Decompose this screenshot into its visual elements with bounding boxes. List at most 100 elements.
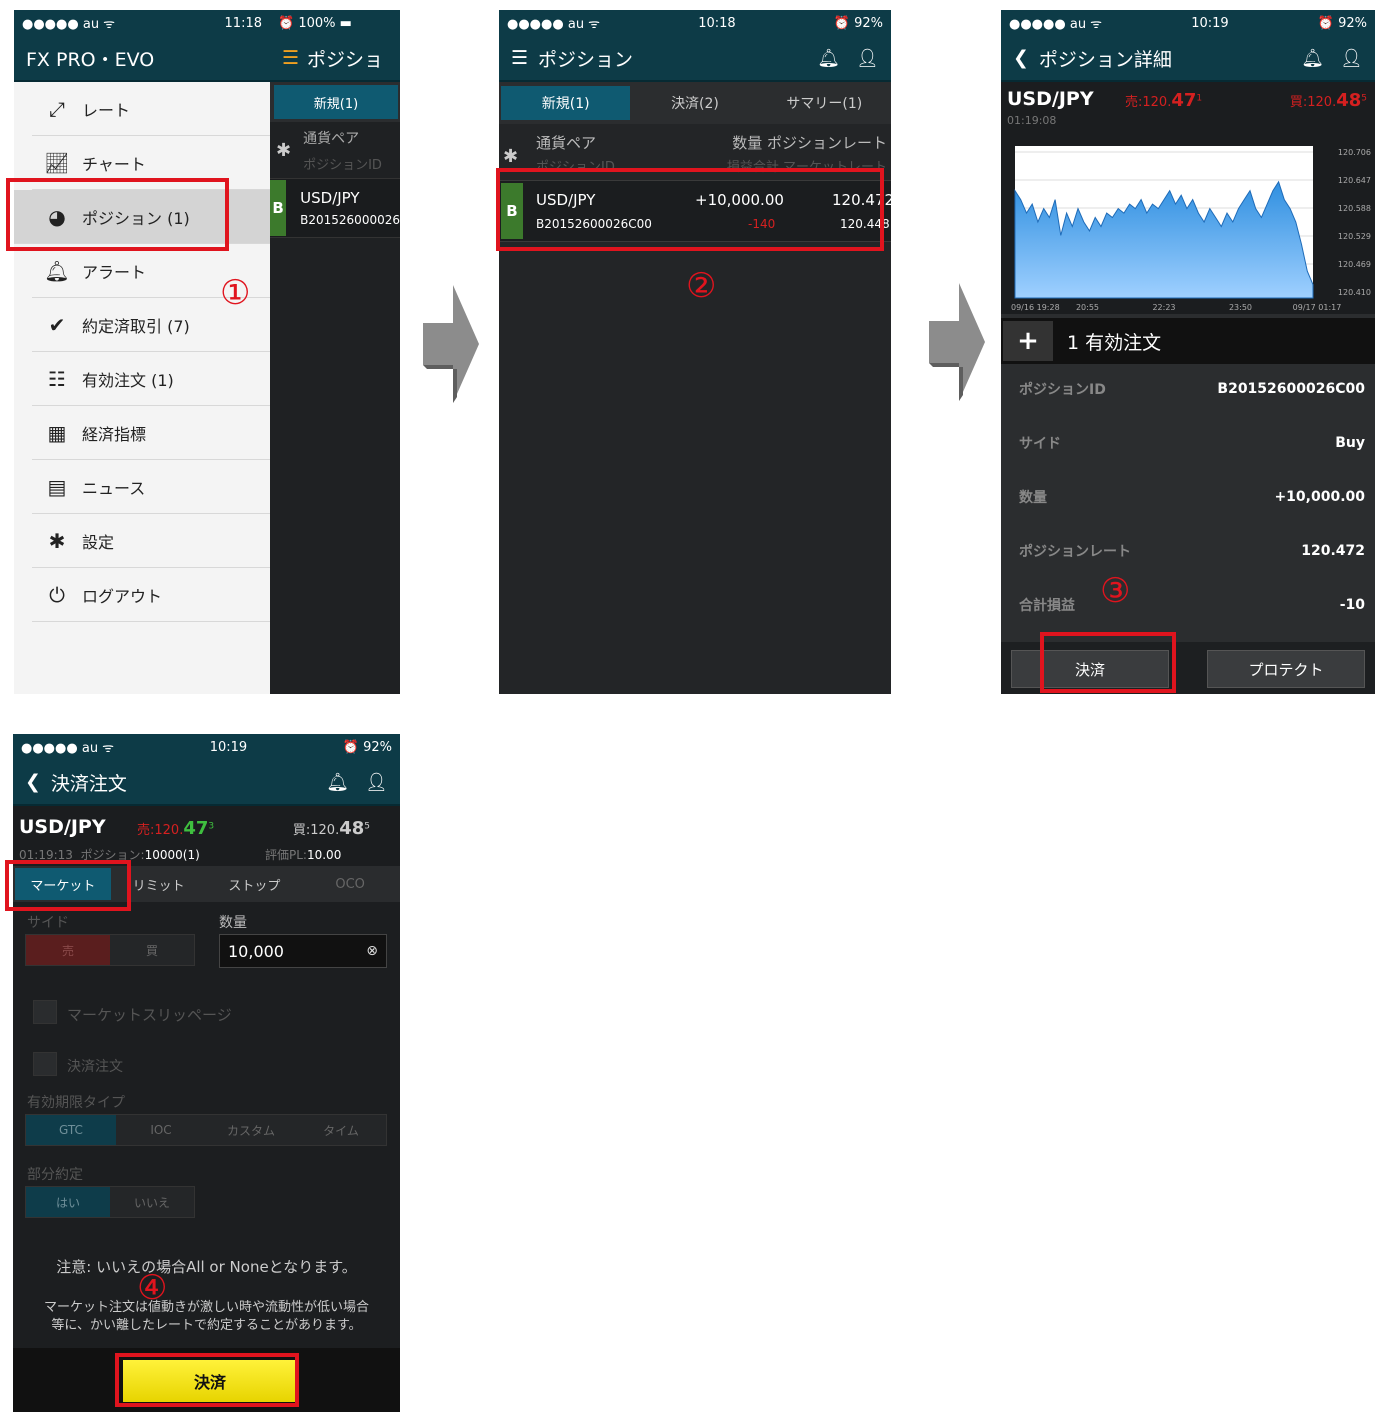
hamburger-icon[interactable]: ☰ [282,47,299,69]
clock: 10:19 [1191,15,1229,31]
qty-value: 10,000 [228,941,284,961]
detail-header: ❮ ポジション詳細 🔔︎ 👤︎ [1001,36,1375,82]
plus-icon[interactable]: + [1003,321,1053,361]
menu-item[interactable]: ⏻ ログアウト [32,568,270,622]
detail-row: 合計損益 -10 [1001,578,1375,632]
menu-item[interactable]: ✱ 設定 [32,514,270,568]
quote-bar: USD/JPY 01:19:08 売:120.471 買:120.485 [1001,82,1375,136]
menu-list: ⤢ レート 📈︎ チャート ◕ ポジション (1) 🔔︎ アラート ✔ 約定済取引 (7) ☷ 有効注… [14,82,270,622]
position-tabs: 新規(1) 決済(2) サマリー(1) [499,82,891,124]
partial-no[interactable]: いいえ [110,1187,194,1217]
menu-item[interactable]: ▦ 経済指標 [32,406,270,460]
buy-option[interactable]: 買 [110,935,194,965]
market-note-2: 等に、かい離したレートで約定することがあります。 [51,1318,362,1333]
bell-icon[interactable]: 🔔︎ [817,48,840,69]
clear-icon[interactable]: ⊗ [366,943,378,959]
y-tick-label: 120.588 [1338,204,1371,213]
y-tick-label: 120.647 [1338,176,1371,185]
bell-icon[interactable]: 🔔︎ [1301,48,1324,69]
back-icon[interactable]: ❮ [1013,47,1029,69]
arrow-right-icon [423,285,479,403]
calendar-icon: ▦ [47,420,67,445]
validity-ioc[interactable]: IOC [116,1115,206,1145]
detail-row: ポジションレート 120.472 [1001,524,1375,578]
tab-summary[interactable]: サマリー(1) [760,86,889,120]
settle-order-checkbox[interactable] [33,1052,57,1076]
list-icon: ☷ [48,366,66,391]
handshake-icon: ✔ [48,312,66,337]
peek-title: ポジショ [307,48,384,71]
tab-new[interactable]: 新規(1) [501,86,631,120]
detail-key: ポジションレート [1019,544,1131,560]
status-bar: ●●●●● au ᯤ 10:19 ⏰ 92% [1001,10,1375,36]
gear-icon[interactable]: ✱ [276,140,291,161]
currency-pair: USD/JPY [1007,88,1094,110]
clock: 10:19 [209,739,248,755]
battery: ⏰ 100% ▬ [278,15,352,31]
tab-settled[interactable]: 決済(2) [630,86,759,120]
partial-yes[interactable]: はい [26,1187,110,1217]
rate-icon: ⤢ [49,96,65,121]
highlight-settle-button [1040,632,1176,693]
battery: ⏰ 92% [1317,15,1367,31]
partial-label: 部分約定 [27,1167,83,1183]
y-tick-label: 120.529 [1338,232,1371,241]
menu-item-label: ログアウト [82,586,163,606]
validity-custom[interactable]: カスタム [206,1115,296,1145]
menu-item[interactable]: ▤ ニュース [32,460,270,514]
hamburger-icon[interactable]: ☰ [511,47,528,69]
sell-option[interactable]: 売 [26,935,110,965]
menu-item[interactable]: ☷ 有効注文 (1) [32,352,270,406]
detail-row: サイド Buy [1001,416,1375,470]
status-bar: ●●●●● au ᯤ 10:19 ⏰ 92% [13,734,400,760]
menu-item-label: 設定 [82,532,115,552]
screen-menu: ●●●●● au ᯤ 11:18 FX PRO・EVO ⤢ レート 📈︎ チャート ◕ ポ… [14,10,400,694]
page-title: ポジション [538,48,634,71]
validity-gtc[interactable]: GTC [26,1115,116,1145]
slippage-checkbox[interactable] [33,1000,57,1024]
gear-icon: ✱ [48,528,66,553]
market-note-1: マーケット注文は値動きが激しい時や流動性が低い場合 [43,1300,369,1315]
detail-key: 合計損益 [1019,598,1075,614]
menu-item-label: 経済指標 [82,424,147,444]
x-tick-label: 22:23 [1152,303,1175,312]
validity-label: 有効期限タイプ [27,1095,125,1111]
detail-value: Buy [1335,435,1365,451]
tab-oco[interactable]: OCO [302,868,398,900]
qty-input[interactable]: 10,000 ⊗ [219,934,387,968]
chart-icon: 📈︎ [44,150,70,175]
back-icon[interactable]: ❮ [25,771,41,793]
peek-header: ☰ ポジショ [270,36,400,82]
gear-icon[interactable]: ✱ [503,146,518,167]
positions-header: ☰ ポジション 🔔︎ 👤︎ [499,36,891,82]
tab-new[interactable]: 新規(1) [274,85,398,119]
account-icon[interactable]: 👤︎ [856,48,879,69]
bell-icon[interactable]: 🔔︎ [326,772,349,793]
detail-key: ポジションID [1019,382,1106,398]
account-icon[interactable]: 👤︎ [365,772,388,793]
carrier: ●●●●● au ᯤ [21,741,115,756]
protect-button[interactable]: プロテクト [1207,650,1365,688]
peek-position-row[interactable]: B USD/JPY B201526000026 [270,178,400,238]
detail-key: サイド [1019,436,1061,452]
y-tick-label: 120.706 [1338,148,1371,157]
screen-position-detail: ●●●●● au ᯤ 10:19 ⏰ 92% ❮ ポジション詳細 🔔︎ 👤︎ US… [1001,10,1375,694]
menu-item-label: レート [82,100,131,120]
price-chart[interactable]: 120.706 120.647 120.588 120.529 120.469 120.4… [1001,136,1375,314]
position-peek[interactable]: ⏰ 100% ▬ ☰ ポジショ 新規(1) ✱ 通貨ペア ポジションID B U… [270,10,400,694]
peek-pair: USD/JPY [300,189,360,207]
news-icon: ▤ [47,474,67,499]
detail-value: -10 [1339,597,1365,613]
quote-time: 01:19:08 [1007,114,1057,127]
validity-time[interactable]: タイム [296,1115,386,1145]
valuation-pl: 評価PL:10.00 [265,848,342,862]
account-icon[interactable]: 👤︎ [1340,48,1363,69]
menu-item[interactable]: ⤢ レート [32,82,270,136]
side-label: サイド [27,915,69,931]
tab-stop[interactable]: ストップ [207,868,303,900]
active-orders-bar[interactable]: + 1 有効注文 [1001,318,1375,364]
screen-settle-order: ●●●●● au ᯤ 10:19 ⏰ 92% ❮ 決済注文 🔔︎ 👤︎ USD/J… [13,734,400,1412]
status-bar: ●●●●● au ᯤ 10:18 ⏰ 92% [499,10,891,36]
highlight-submit-button [115,1353,299,1407]
menu-item-label: アラート [82,262,147,282]
